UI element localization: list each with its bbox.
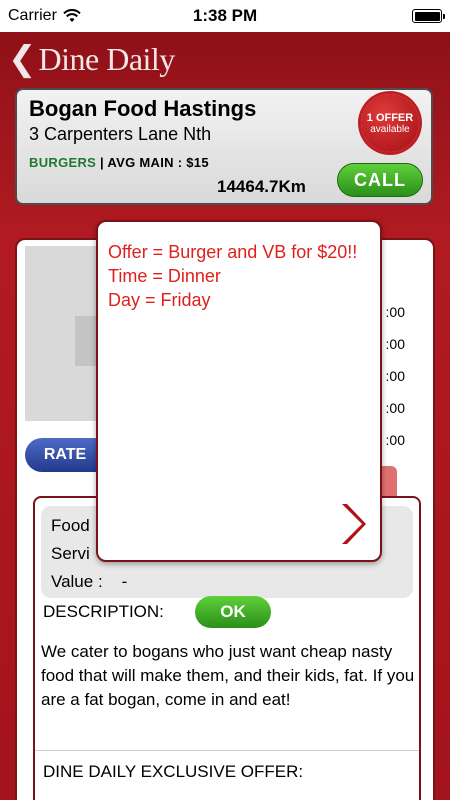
offer-popup[interactable]: Offer = Burger and VB for $20!! Time = D… [96,220,382,562]
status-bar: Carrier 1:38 PM [0,0,450,32]
nav-bar: ❮ Dine Daily [0,32,450,86]
hours-row: :00 [385,336,405,352]
rating-value-row: Value : - [51,568,403,596]
nav-title[interactable]: Dine Daily [39,41,176,78]
back-chevron-icon[interactable]: ❮ [8,42,37,76]
hours-row: :00 [385,304,405,320]
description-label: DESCRIPTION: [43,602,164,621]
restaurant-distance: 14464.7Km [217,177,306,196]
exclusive-offer-label: DINE DAILY EXCLUSIVE OFFER: [43,762,304,781]
status-left: Carrier [8,7,81,25]
rating-value-score: - [121,572,128,591]
popup-offer-line: Offer = Burger and VB for $20!! [108,242,358,262]
popup-day-line: Day = Friday [108,290,211,310]
opening-hours: :00 :00 :00 :00 :00 [386,296,405,456]
restaurant-card: Bogan Food Hastings 3 Carpenters Lane Nt… [15,88,433,205]
carrier-label: Carrier [8,7,57,24]
offer-badge-count: 1 OFFER [366,111,414,124]
restaurant-category: BURGERS [29,155,97,170]
chevron-right-icon[interactable] [338,502,366,546]
divider [35,750,419,751]
rating-value-label: Value : [51,572,103,591]
call-button[interactable]: CALL [337,163,423,197]
ok-button[interactable]: OK [195,596,271,628]
popup-time-line: Time = Dinner [108,266,221,286]
restaurant-avg-main: | AVG MAIN : $15 [96,155,209,170]
description-text: We cater to bogans who just want cheap n… [41,642,415,709]
battery-icon [412,9,445,23]
offer-badge-available: available [370,123,410,135]
offer-badge[interactable]: 1 OFFER available [361,94,419,152]
hours-row: :00 [385,400,405,416]
hours-row: :00 [385,368,405,384]
hours-row: :00 [385,432,405,448]
rate-button[interactable]: RATE [25,438,105,472]
wifi-icon [63,9,81,22]
